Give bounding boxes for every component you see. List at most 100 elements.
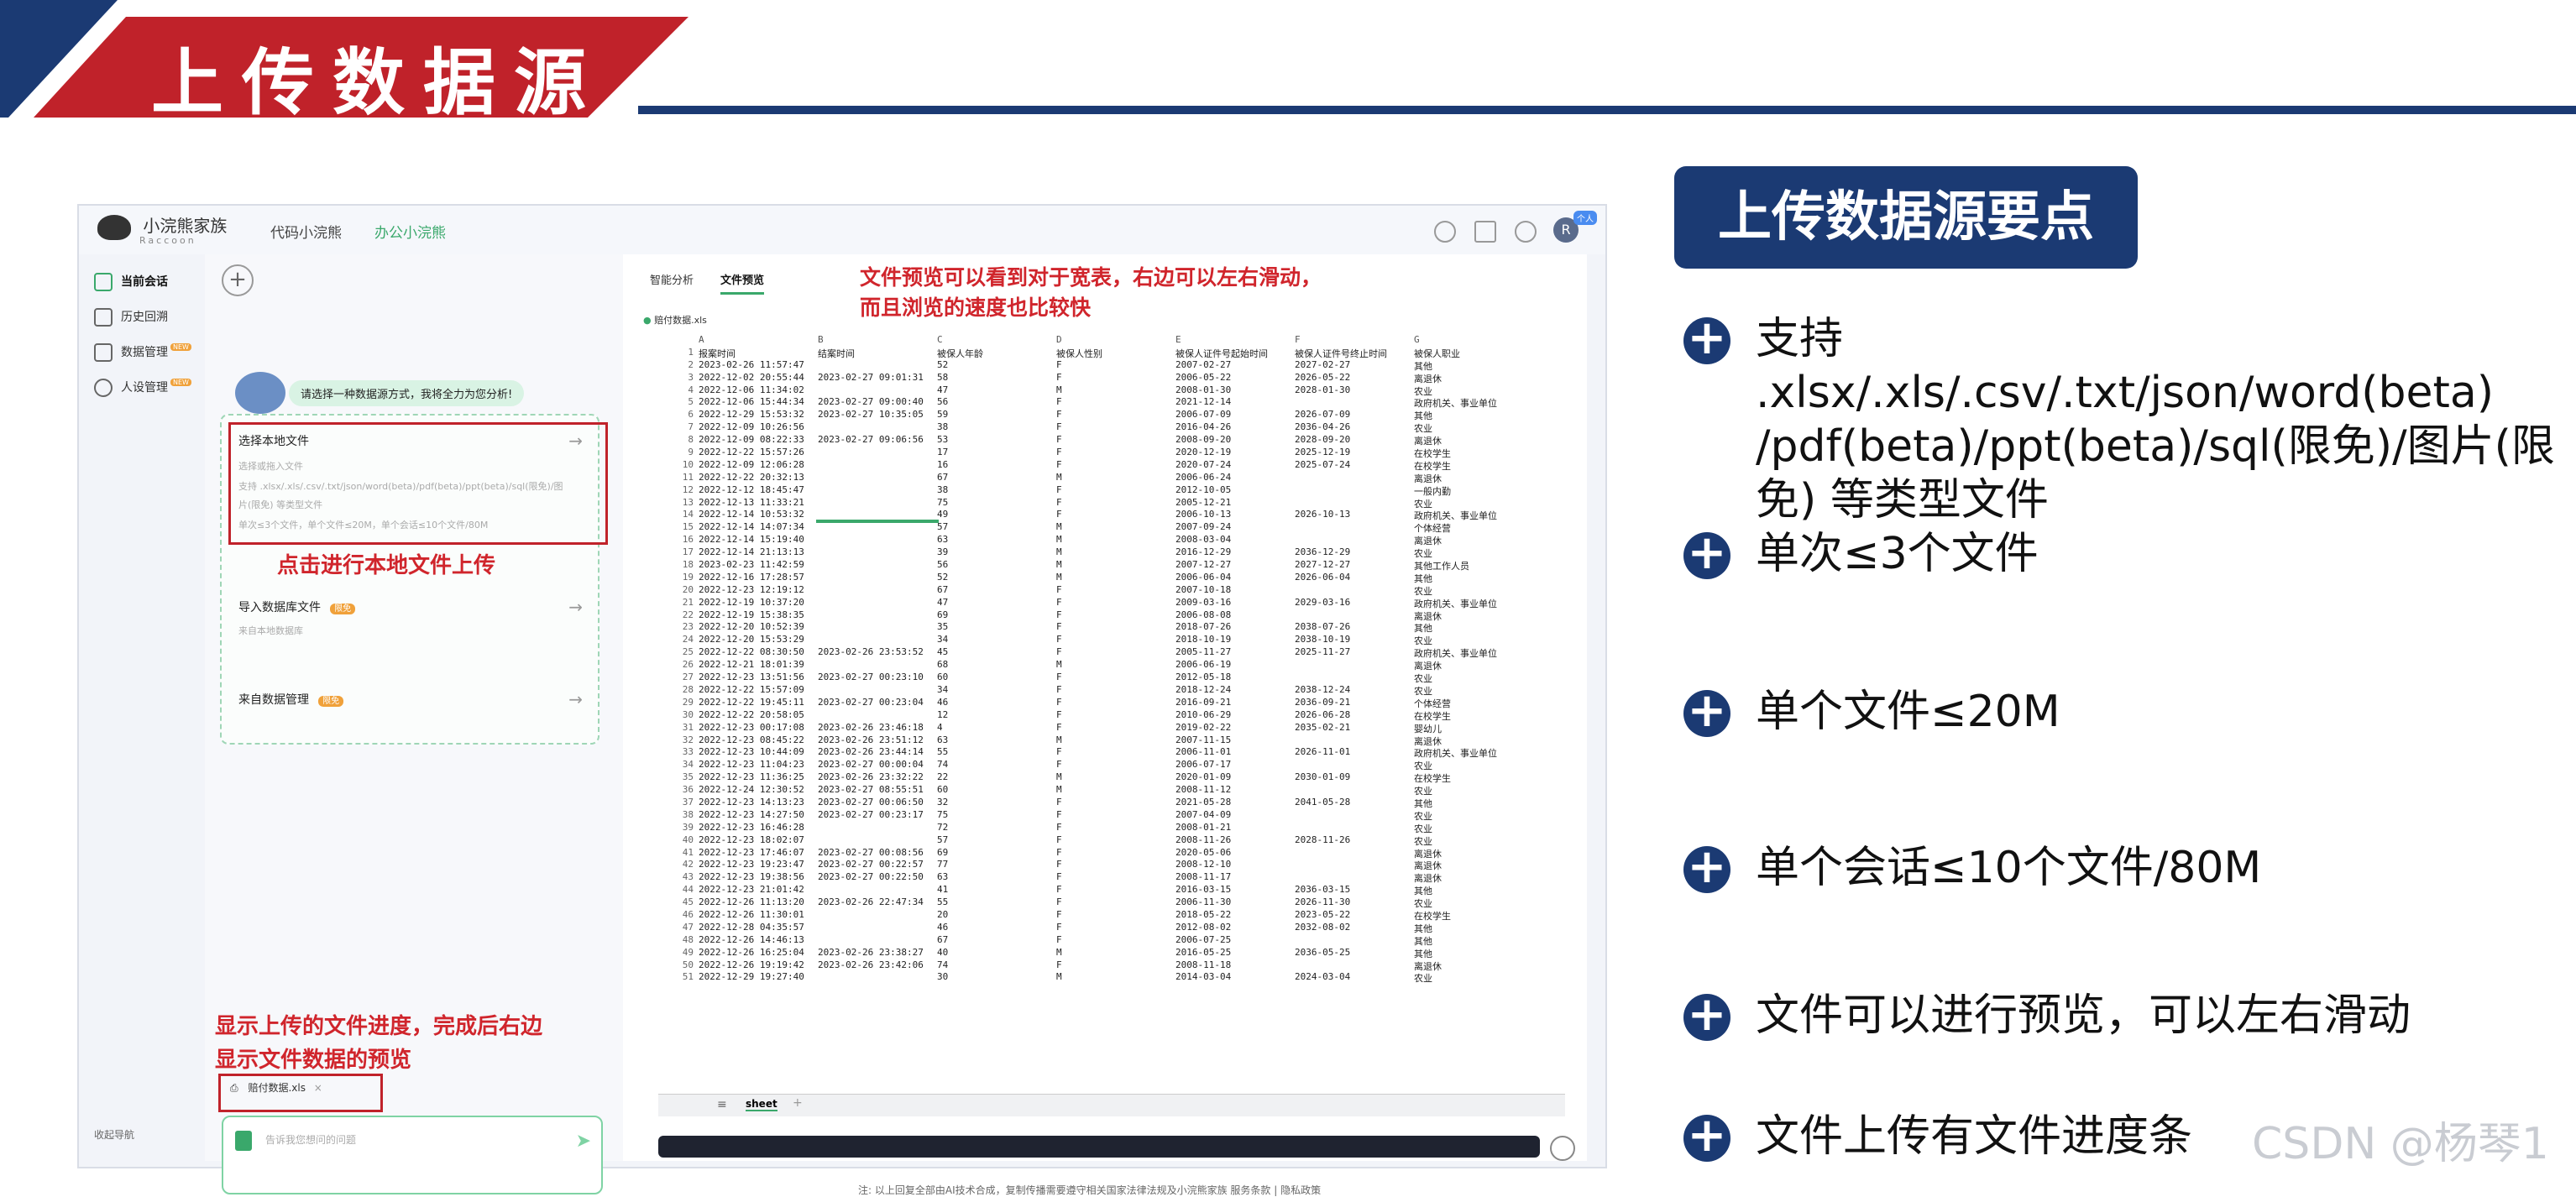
sheet-cell[interactable]: 55 bbox=[937, 896, 1056, 907]
sheet-cell[interactable]: 离退休 bbox=[1414, 434, 1533, 447]
sheet-cell[interactable]: 2009-03-16 bbox=[1175, 597, 1295, 608]
sheet-cell[interactable]: 被保人性别 bbox=[1056, 347, 1175, 360]
sheet-cell[interactable]: 16 bbox=[937, 459, 1056, 470]
sheet-cell[interactable]: 67 bbox=[937, 472, 1056, 483]
sheet-cell[interactable]: 农业 bbox=[1414, 546, 1533, 560]
sheet-cell[interactable]: 2022-12-23 19:38:56 bbox=[699, 871, 818, 882]
sheet-cell[interactable]: 2022-12-24 12:30:52 bbox=[699, 784, 818, 795]
sheet-cell[interactable]: F bbox=[1056, 859, 1175, 870]
sheet-cell[interactable]: 2026-07-09 bbox=[1295, 409, 1414, 420]
sheet-cell[interactable]: 2022-12-14 14:07:34 bbox=[699, 521, 818, 532]
sheet-cell[interactable]: 离退休 bbox=[1414, 847, 1533, 860]
sheet-cell[interactable]: 32 bbox=[937, 797, 1056, 808]
sheet-cell[interactable]: 农业 bbox=[1414, 784, 1533, 797]
sheet-cell[interactable]: 2022-12-22 20:32:13 bbox=[699, 472, 818, 483]
sheet-cell[interactable]: 2008-01-30 bbox=[1175, 384, 1295, 395]
sheet-cell[interactable]: F bbox=[1056, 697, 1175, 708]
tab-smart-analysis[interactable]: 智能分析 bbox=[650, 271, 694, 287]
sheet-cell[interactable]: F bbox=[1056, 847, 1175, 858]
sheet-cell[interactable]: 75 bbox=[937, 497, 1056, 508]
sheet-cell[interactable]: 2020-01-09 bbox=[1175, 771, 1295, 782]
sheet-cell[interactable]: 2022-12-09 12:06:28 bbox=[699, 459, 818, 470]
sheet-cell[interactable]: 2023-02-26 23:42:06 bbox=[818, 959, 937, 970]
sheet-cell[interactable]: 2022-12-22 19:45:11 bbox=[699, 697, 818, 708]
sheet-cell[interactable]: F bbox=[1056, 809, 1175, 820]
sheet-cell[interactable]: 离退休 bbox=[1414, 372, 1533, 385]
sheet-cell[interactable]: F bbox=[1056, 447, 1175, 457]
sheet-cell[interactable]: 农业 bbox=[1414, 384, 1533, 398]
sheet-cell[interactable]: 农业 bbox=[1414, 421, 1533, 435]
sheet-cell[interactable]: 2016-09-21 bbox=[1175, 697, 1295, 708]
sheet-cell[interactable]: F bbox=[1056, 484, 1175, 495]
sheet-cell[interactable]: 2022-12-23 14:13:23 bbox=[699, 797, 818, 808]
sheet-cell[interactable]: 政府机关、事业单位 bbox=[1414, 746, 1533, 760]
sheet-cell[interactable]: 2036-05-25 bbox=[1295, 947, 1414, 958]
sheet-cell[interactable]: G bbox=[1414, 334, 1533, 345]
send-icon[interactable]: ➤ bbox=[576, 1131, 591, 1152]
sheet-cell[interactable]: 2036-12-29 bbox=[1295, 546, 1414, 557]
sheet-cell[interactable]: 2025-12-19 bbox=[1295, 447, 1414, 457]
sheet-cell[interactable]: 离退休 bbox=[1414, 871, 1533, 885]
option-database[interactable]: 导入数据库文件 限免 → 来自本地数据库 bbox=[238, 597, 591, 637]
sheet-cell[interactable]: 其他 bbox=[1414, 947, 1533, 960]
sheet-cell[interactable]: 在校学生 bbox=[1414, 709, 1533, 723]
sheet-cell[interactable]: 其他 bbox=[1414, 409, 1533, 422]
sheet-cell[interactable]: 2036-09-21 bbox=[1295, 697, 1414, 708]
nav-tab-code[interactable]: 代码小浣熊 bbox=[270, 221, 342, 242]
sheet-cell[interactable]: 38 bbox=[937, 484, 1056, 495]
sheet-cell[interactable]: 4 bbox=[937, 722, 1056, 733]
sheet-cell[interactable]: 2022-12-06 15:44:34 bbox=[699, 396, 818, 407]
sheet-cell[interactable]: 46 bbox=[937, 922, 1056, 933]
sheet-cell[interactable]: E bbox=[1175, 334, 1295, 345]
sheet-cell[interactable]: M bbox=[1056, 546, 1175, 557]
sheet-cell[interactable]: 2025-11-27 bbox=[1295, 646, 1414, 657]
sidebar-item-data-mgmt[interactable]: 数据管理 NEW bbox=[94, 343, 191, 362]
help-icon[interactable] bbox=[1515, 221, 1537, 243]
sheet-cell[interactable]: 2023-02-26 22:47:34 bbox=[818, 896, 937, 907]
sheet-cell[interactable]: F bbox=[1056, 722, 1175, 733]
sheet-cell[interactable]: 2023-02-26 11:57:47 bbox=[699, 359, 818, 370]
sheet-cell[interactable]: 75 bbox=[937, 809, 1056, 820]
sheet-cell[interactable]: 2006-11-01 bbox=[1175, 746, 1295, 757]
sheet-cell[interactable]: 2027-12-27 bbox=[1295, 559, 1414, 570]
sheet-cell[interactable]: 63 bbox=[937, 734, 1056, 745]
sheet-cell[interactable]: 2023-02-26 23:38:27 bbox=[818, 947, 937, 958]
sheet-cell[interactable]: 2038-10-19 bbox=[1295, 634, 1414, 645]
sheet-cell[interactable]: 22 bbox=[937, 771, 1056, 782]
sheet-cell[interactable]: 2022-12-23 12:19:12 bbox=[699, 584, 818, 595]
sheet-cell[interactable]: 政府机关、事业单位 bbox=[1414, 509, 1533, 522]
sheet-cell[interactable]: 2023-02-27 10:35:05 bbox=[818, 409, 937, 420]
sheet-cell[interactable]: 离退休 bbox=[1414, 659, 1533, 672]
sheet-cell[interactable]: C bbox=[937, 334, 1056, 345]
sheet-cell[interactable]: 2016-04-26 bbox=[1175, 421, 1295, 432]
sheet-cell[interactable]: 2019-02-22 bbox=[1175, 722, 1295, 733]
sheet-cell[interactable]: F bbox=[1056, 746, 1175, 757]
sheet-cell[interactable]: 2007-09-24 bbox=[1175, 521, 1295, 532]
sheet-cell[interactable]: 69 bbox=[937, 847, 1056, 858]
sheet-cell[interactable]: 2022-12-14 10:53:32 bbox=[699, 509, 818, 520]
sheet-cell[interactable]: F bbox=[1056, 672, 1175, 682]
sheet-cell[interactable]: 2006-08-08 bbox=[1175, 609, 1295, 620]
sheet-cell[interactable]: 2022-12-13 11:33:21 bbox=[699, 497, 818, 508]
sheet-cell[interactable]: 2022-12-26 11:13:20 bbox=[699, 896, 818, 907]
sheet-cell[interactable]: 2023-02-26 23:32:22 bbox=[818, 771, 937, 782]
sheet-cell[interactable]: F bbox=[1056, 509, 1175, 520]
sheet-cell[interactable]: 在校学生 bbox=[1414, 459, 1533, 473]
sheet-cell[interactable]: 2007-02-27 bbox=[1175, 359, 1295, 370]
sheet-cell[interactable]: 2029-03-16 bbox=[1295, 597, 1414, 608]
sheet-cell[interactable]: 其他 bbox=[1414, 797, 1533, 810]
sheet-cell[interactable]: F bbox=[1056, 709, 1175, 720]
sheet-cell[interactable]: 2022-12-23 19:23:47 bbox=[699, 859, 818, 870]
sheet-cell[interactable]: M bbox=[1056, 784, 1175, 795]
menu-icon[interactable]: ≡ bbox=[717, 1098, 727, 1111]
sheet-cell[interactable]: F bbox=[1056, 922, 1175, 933]
sheet-cell[interactable]: M bbox=[1056, 947, 1175, 958]
sheet-cell[interactable]: 2022-12-22 15:57:09 bbox=[699, 684, 818, 695]
sheet-cell[interactable]: 2022-12-23 14:27:50 bbox=[699, 809, 818, 820]
sheet-cell[interactable]: 其他 bbox=[1414, 934, 1533, 948]
sheet-cell[interactable]: 2028-01-30 bbox=[1295, 384, 1414, 395]
sheet-cell[interactable]: 2038-12-24 bbox=[1295, 684, 1414, 695]
sheet-cell[interactable]: 45 bbox=[937, 646, 1056, 657]
sheet-cell[interactable]: F bbox=[1056, 359, 1175, 370]
sheet-cell[interactable]: 2023-02-27 00:08:56 bbox=[818, 847, 937, 858]
